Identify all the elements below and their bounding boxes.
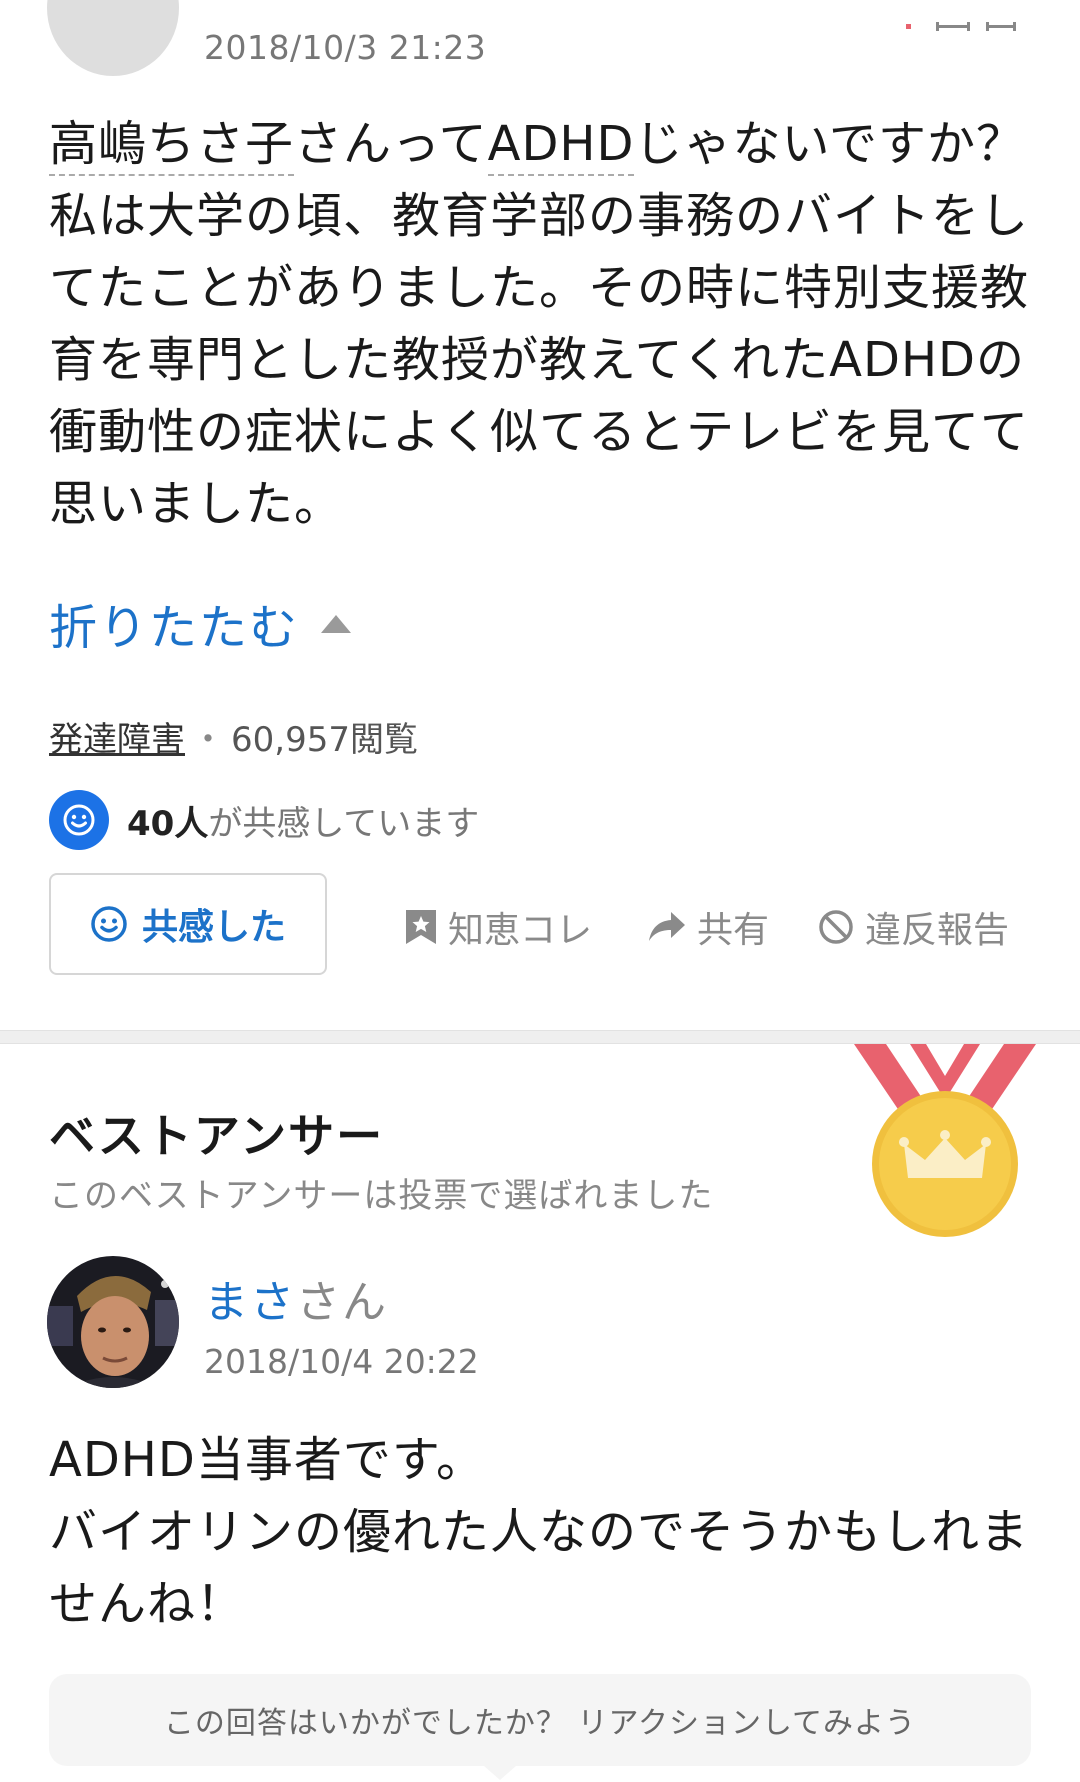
medal-icon [854, 1044, 1036, 1237]
empathy-suffix: が共感しています [208, 803, 480, 844]
questioner-avatar[interactable] [47, 0, 179, 76]
meta-separator: ・ [191, 720, 225, 760]
reaction-prompt-text: この回答はいかがでしたか？ リアクションしてみよう [163, 1706, 917, 1741]
answerer-name: まささん [204, 1266, 388, 1330]
keyword-link[interactable]: ADHD [487, 116, 635, 176]
share-arrow-icon [649, 912, 685, 941]
smile-icon [49, 790, 109, 850]
keyword-link[interactable]: 高嶋ちさ子 [49, 116, 295, 176]
answerer-name-suffix: さん [296, 1277, 388, 1328]
answer-line: バイオリンの優れた人なのでそうかもしれませんね！ [49, 1504, 1030, 1632]
section-divider [0, 1030, 1080, 1044]
question-meta: 発達障害・ 60,957閲覧 [49, 712, 418, 761]
smile-icon [91, 906, 127, 942]
decoration-icon [906, 22, 1016, 31]
prohibit-icon [819, 910, 853, 944]
empathy-summary: 40人 が共感しています [49, 790, 479, 850]
category-link[interactable]: 発達障害 [49, 720, 185, 760]
empathy-count: 40人 [127, 803, 209, 844]
collapse-triangle-icon [321, 615, 352, 633]
empathy-button[interactable]: 共感した [49, 873, 327, 975]
report-label: 違反報告 [865, 910, 1010, 951]
collapse-label: 折りたたむ [49, 600, 300, 656]
answer-date: 2018/10/4 20:22 [204, 1342, 479, 1381]
best-answer-title: ベストアンサー [49, 1109, 385, 1163]
view-count: 60,957閲覧 [231, 720, 418, 760]
share-button[interactable]: 共有 [647, 901, 769, 953]
answer-line: ADHD当事者です。 [49, 1432, 486, 1488]
question-section: 2018/10/3 21:23 高嶋ちさ子さんってADHDじゃないですか？ 私は… [0, 0, 1080, 1030]
bookmark-star-icon [406, 910, 436, 944]
report-button[interactable]: 違反報告 [817, 901, 1009, 953]
chie-collection-button[interactable]: 知恵コレ [404, 901, 592, 953]
action-row: 共感した 知恵コレ 共有 違反報告 [49, 873, 1039, 979]
answerer-avatar[interactable] [47, 1256, 179, 1388]
reaction-tail [484, 1766, 516, 1780]
question-date: 2018/10/3 21:23 [204, 28, 487, 67]
question-text: 私は大学の頃、教育学部の事務のバイトをしてたことがありました。その時に特別支援教… [49, 188, 1030, 532]
best-answer-section: ベストアンサー このベストアンサーは投票で選ばれました まささん 2018/10… [0, 1044, 1080, 1782]
empathy-button-label: 共感した [141, 907, 286, 948]
answerer-name-link[interactable]: まさ [204, 1277, 296, 1328]
share-label: 共有 [697, 910, 770, 951]
best-answer-subtitle: このベストアンサーは投票で選ばれました [49, 1176, 714, 1216]
chie-label: 知恵コレ [448, 910, 593, 951]
reaction-prompt[interactable]: この回答はいかがでしたか？ リアクションしてみよう [49, 1674, 1031, 1766]
answer-body: ADHD当事者です。 バイオリンの優れた人なのでそうかもしれませんね！ [49, 1424, 1039, 1640]
collapse-button[interactable]: 折りたたむ [49, 588, 352, 658]
question-body: 高嶋ちさ子さんってADHDじゃないですか？ 私は大学の頃、教育学部の事務のバイト… [49, 116, 1030, 532]
